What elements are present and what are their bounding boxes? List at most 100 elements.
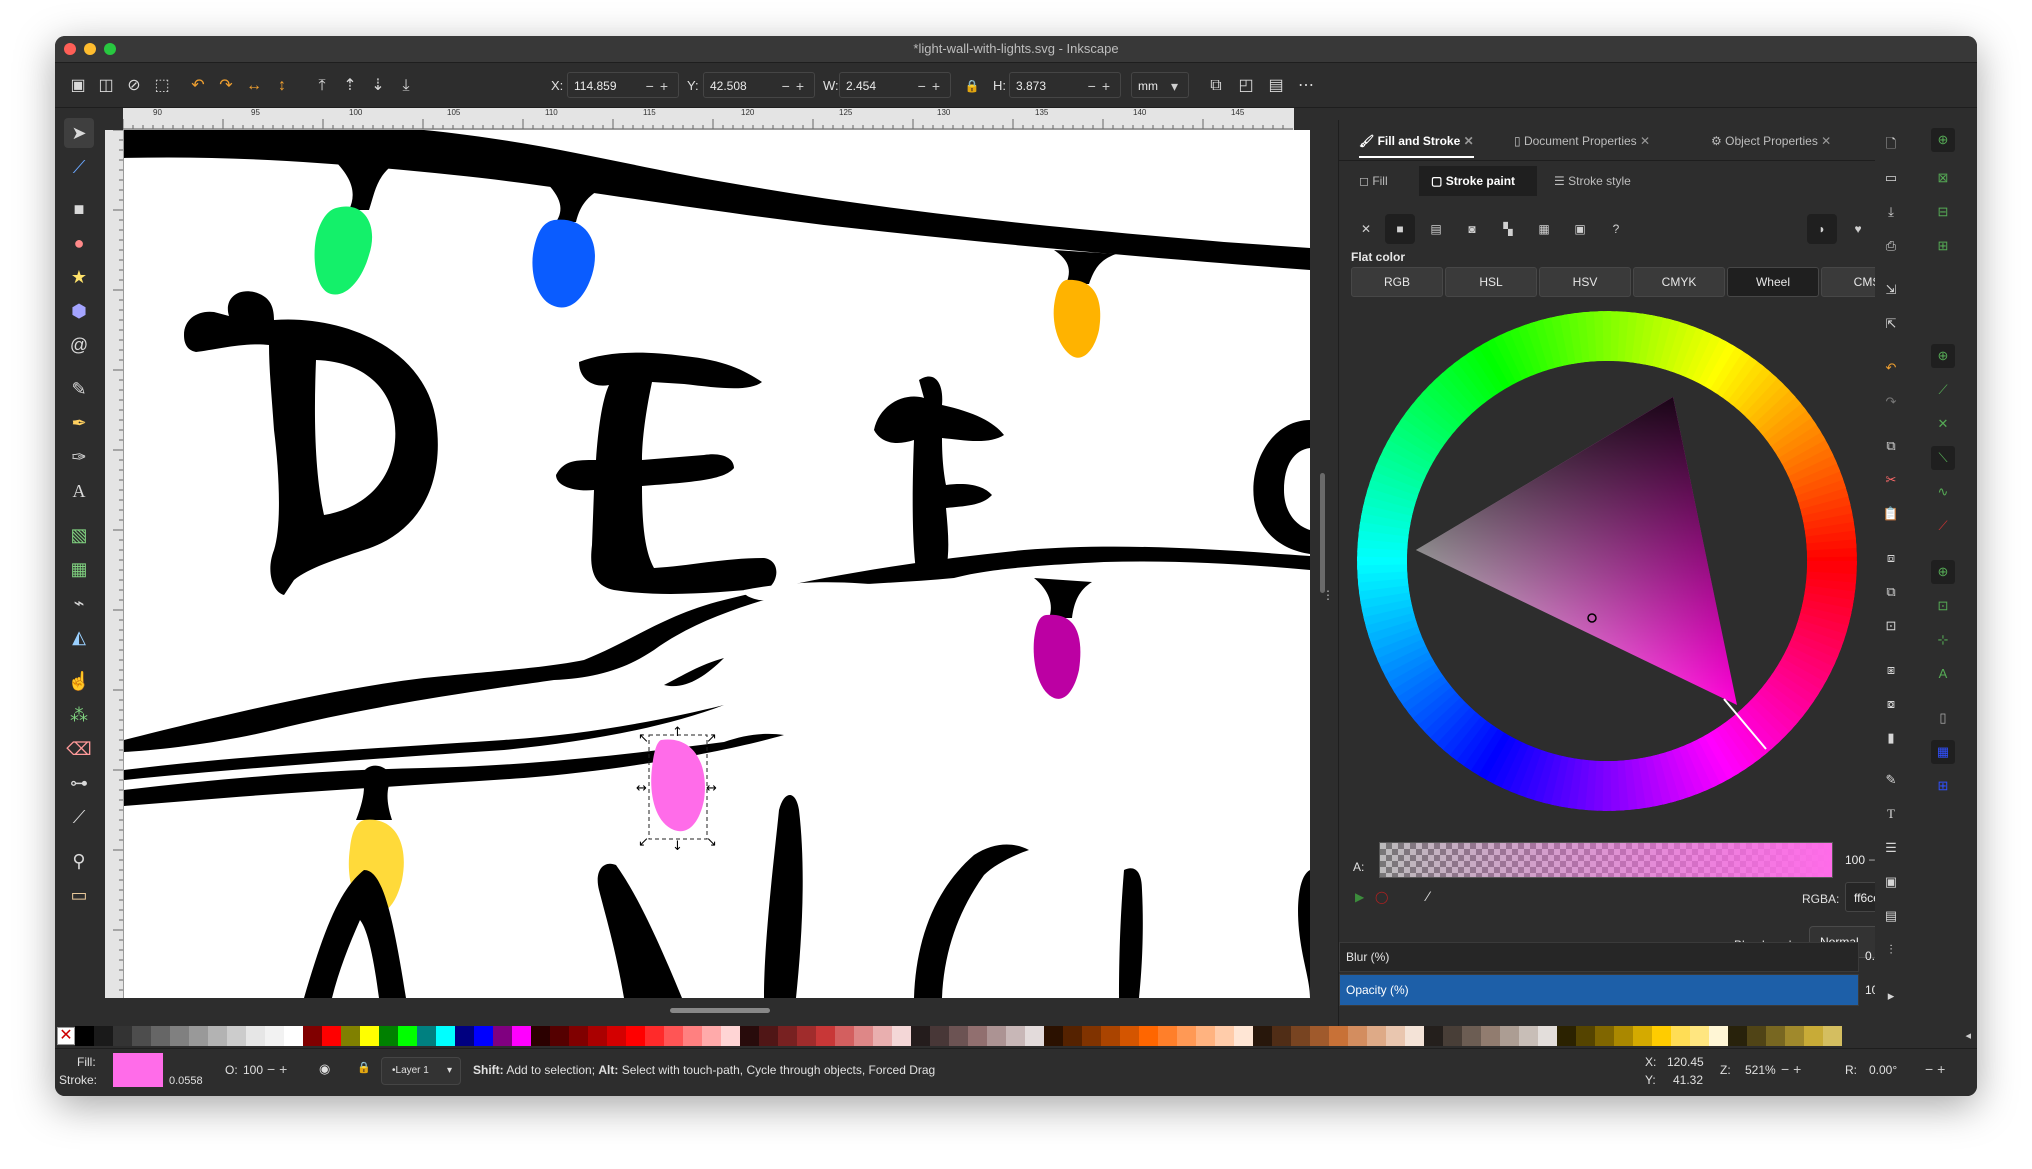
snap-others-icon[interactable]: ⊕ <box>1931 560 1955 584</box>
alpha-slider[interactable] <box>1379 842 1833 878</box>
export-icon[interactable]: ⇱ <box>1879 312 1903 336</box>
spiral-tool-icon[interactable]: @ <box>64 330 94 360</box>
snap-text-baseline-icon[interactable]: A <box>1931 662 1955 686</box>
snap-path-icon[interactable]: ⟋ <box>1931 378 1955 402</box>
measure-tool-icon[interactable]: ⟋ <box>64 802 94 832</box>
color-mode-hsl[interactable]: HSL <box>1445 267 1537 297</box>
flat-color-icon[interactable]: ■ <box>1385 214 1415 244</box>
palette-swatch[interactable] <box>911 1026 930 1046</box>
stroke-width-value[interactable]: 0.0558 <box>169 1075 203 1087</box>
subtab-fill[interactable]: ◻ Fill <box>1359 166 1388 196</box>
dock-handle-icon[interactable]: ⋮ <box>1322 588 1334 602</box>
text-tool-icon[interactable]: A <box>64 476 94 506</box>
palette-swatch[interactable] <box>455 1026 474 1046</box>
palette-swatch[interactable] <box>94 1026 113 1046</box>
palette-menu-icon[interactable]: ◂ <box>1965 1029 1971 1042</box>
palette-swatch[interactable] <box>873 1026 892 1046</box>
palette-swatch[interactable] <box>512 1026 531 1046</box>
undo-icon[interactable]: ↶ <box>1879 356 1903 380</box>
close-tab-icon[interactable]: ✕ <box>1464 134 1474 148</box>
palette-swatch[interactable] <box>1177 1026 1196 1046</box>
snap-page-icon[interactable]: ▯ <box>1931 706 1955 730</box>
snap-bbox-icon[interactable]: ⊠ <box>1931 166 1955 190</box>
opacity-stepper-icon[interactable]: − + <box>267 1061 287 1077</box>
palette-swatch[interactable] <box>1082 1026 1101 1046</box>
print-icon[interactable]: ⎙ <box>1879 234 1903 258</box>
unit-select[interactable]: mm ▾ <box>1131 72 1189 98</box>
snap-nodes-icon[interactable]: ⊕ <box>1931 344 1955 368</box>
palette-swatch[interactable] <box>1101 1026 1120 1046</box>
ellipse-tool-icon[interactable]: ● <box>64 228 94 258</box>
palette-swatch[interactable] <box>132 1026 151 1046</box>
lower-to-bottom-icon[interactable]: ⤓ <box>395 75 417 97</box>
move-patterns-icon[interactable]: ⋯ <box>1295 75 1317 97</box>
mesh-gradient-icon[interactable]: ▚ <box>1493 214 1523 244</box>
color-mode-cmyk[interactable]: CMYK <box>1633 267 1725 297</box>
cut-icon[interactable]: ✂ <box>1879 468 1903 492</box>
zoom-tool-icon[interactable]: ⚲ <box>64 846 94 876</box>
snap-midpoint-icon[interactable]: ⟋ <box>1931 514 1955 538</box>
pencil-tool-icon[interactable]: ✎ <box>64 374 94 404</box>
calligraphy-tool-icon[interactable]: ✑ <box>64 442 94 472</box>
clone-icon[interactable]: ⧉ <box>1879 580 1903 604</box>
rectangle-tool-icon[interactable]: ■ <box>64 194 94 224</box>
palette-swatch[interactable] <box>531 1026 550 1046</box>
palette-swatch[interactable] <box>854 1026 873 1046</box>
lower-icon[interactable]: ⇣ <box>367 75 389 97</box>
drawing-canvas[interactable]: ↖ ↑ ↗ ↔ ↔ ↙ ↓ ↘ <box>124 130 1310 998</box>
horizontal-ruler[interactable]: 90 95 100 105 110 115 120 125 130 135 14… <box>123 108 1294 131</box>
palette-swatch[interactable] <box>436 1026 455 1046</box>
palette-swatch[interactable] <box>1006 1026 1025 1046</box>
y-field[interactable]: 42.508 −+ <box>703 72 815 98</box>
no-color-swatch-icon[interactable]: ✕ <box>57 1027 75 1045</box>
snap-bbox-corner-icon[interactable]: ⊞ <box>1931 234 1955 258</box>
maximize-window-button[interactable] <box>104 43 116 55</box>
palette-swatch[interactable] <box>1158 1026 1177 1046</box>
rotation-value[interactable]: 0.00° <box>1869 1063 1897 1077</box>
palette-swatch[interactable] <box>1234 1026 1253 1046</box>
palette-swatch[interactable] <box>683 1026 702 1046</box>
palette-swatch[interactable] <box>569 1026 588 1046</box>
palette-swatch[interactable] <box>1044 1026 1063 1046</box>
palette-swatch[interactable] <box>1481 1026 1500 1046</box>
palette-swatch[interactable] <box>1538 1026 1557 1046</box>
palette-swatch[interactable] <box>417 1026 436 1046</box>
fill-rule-nonzero-icon[interactable]: ♥ <box>1843 214 1873 244</box>
palette-swatch[interactable] <box>208 1026 227 1046</box>
palette-swatch[interactable] <box>949 1026 968 1046</box>
subtab-stroke-style[interactable]: ☰ Stroke style <box>1554 166 1631 196</box>
palette-swatch[interactable] <box>75 1026 94 1046</box>
close-tab-icon[interactable]: ✕ <box>1640 134 1650 148</box>
no-paint-icon[interactable]: ✕ <box>1351 214 1381 244</box>
palette-swatch[interactable] <box>1804 1026 1823 1046</box>
palette-swatch[interactable] <box>379 1026 398 1046</box>
palette-swatch[interactable] <box>1215 1026 1234 1046</box>
palette-swatch[interactable] <box>835 1026 854 1046</box>
color-mode-wheel[interactable]: Wheel <box>1727 267 1819 297</box>
palette-swatch[interactable] <box>284 1026 303 1046</box>
layers-icon[interactable]: ☰ <box>1879 836 1903 860</box>
3d-box-tool-icon[interactable]: ⬢ <box>64 296 94 326</box>
palette-swatch[interactable] <box>702 1026 721 1046</box>
canvas-vertical-scrollbar[interactable]: ⋮ <box>1310 108 1336 1008</box>
palette-swatch[interactable] <box>892 1026 911 1046</box>
palette-swatch[interactable] <box>1424 1026 1443 1046</box>
palette-swatch[interactable] <box>322 1026 341 1046</box>
palette-swatch[interactable] <box>1519 1026 1538 1046</box>
zoom-stepper-icon[interactable]: − + <box>1781 1061 1801 1077</box>
palette-swatch[interactable] <box>113 1026 132 1046</box>
pages-tool-icon[interactable]: ▭ <box>64 880 94 910</box>
close-tab-icon[interactable]: ✕ <box>1821 134 1831 148</box>
snap-bbox-edge-icon[interactable]: ⊟ <box>1931 200 1955 224</box>
palette-swatch[interactable] <box>1766 1026 1785 1046</box>
zoom-value[interactable]: 521% <box>1745 1063 1776 1077</box>
w-field[interactable]: 2.454 −+ <box>839 72 951 98</box>
unset-paint-icon[interactable]: ? <box>1601 214 1631 244</box>
palette-swatch[interactable] <box>341 1026 360 1046</box>
palette-swatch[interactable] <box>1785 1026 1804 1046</box>
raise-to-top-icon[interactable]: ⤒ <box>311 75 333 97</box>
palette-swatch[interactable] <box>664 1026 683 1046</box>
minimize-window-button[interactable] <box>84 43 96 55</box>
blur-slider[interactable]: Blur (%) <box>1339 942 1859 972</box>
scrollbar-thumb[interactable] <box>1320 473 1325 593</box>
